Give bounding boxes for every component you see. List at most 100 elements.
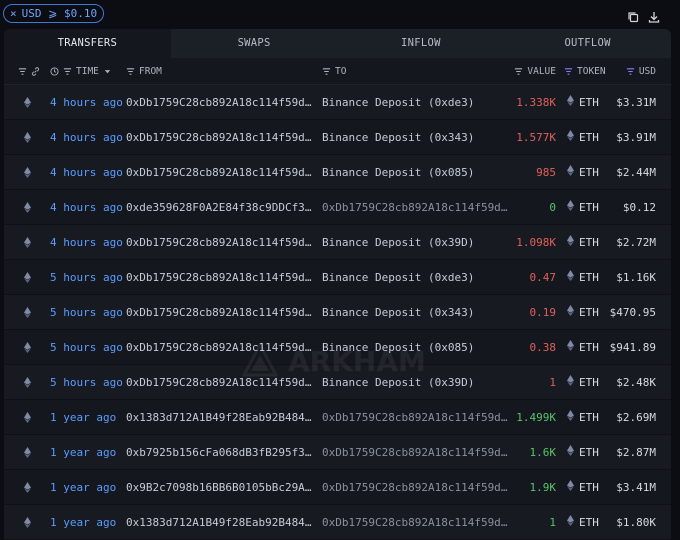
to-address[interactable]: Binance Deposit (0xde3) — [322, 85, 510, 120]
time-link[interactable]: 4 hours ago — [50, 155, 128, 190]
to-address[interactable]: Binance Deposit (0xde3) — [322, 260, 510, 295]
tab-inflow[interactable]: INFLOW — [338, 29, 505, 58]
from-address[interactable]: 0xDb1759C28cb892A18c114f59d43... — [126, 225, 314, 260]
value-column-header[interactable]: VALUE — [490, 58, 556, 85]
value-amount: 0.47 — [529, 271, 557, 284]
to-header-label: TO — [335, 66, 347, 77]
value-amount: 0.38 — [529, 341, 557, 354]
eth-token-icon — [567, 85, 574, 120]
link-icon[interactable] — [31, 67, 40, 76]
table-row[interactable]: 5 hours ago0xDb1759C28cb892A18c114f59d43… — [4, 330, 671, 365]
value-amount: 985 — [536, 166, 556, 179]
eth-chain-icon — [24, 505, 36, 540]
from-address[interactable]: 0xDb1759C28cb892A18c114f59d43... — [126, 120, 314, 155]
table-row[interactable]: 4 hours ago0xDb1759C28cb892A18c114f59d43… — [4, 85, 671, 120]
from-address[interactable]: 0xDb1759C28cb892A18c114f59d43... — [126, 365, 314, 400]
filter-icon[interactable] — [126, 67, 135, 76]
value-amount: 1 — [549, 376, 556, 389]
from-address[interactable]: 0xDb1759C28cb892A18c114f59d43... — [126, 295, 314, 330]
time-column-header[interactable]: TIME — [50, 58, 112, 85]
time-link[interactable]: 5 hours ago — [50, 295, 128, 330]
table-row[interactable]: 5 hours ago0xDb1759C28cb892A18c114f59d43… — [4, 260, 671, 295]
to-address[interactable]: 0xDb1759C28cb892A18c114f59d43... — [322, 505, 510, 540]
eth-token-icon — [567, 155, 574, 190]
from-address[interactable]: 0xDb1759C28cb892A18c114f59d43... — [126, 330, 314, 365]
table-row[interactable]: 4 hours ago0xDb1759C28cb892A18c114f59d43… — [4, 120, 671, 155]
to-address[interactable]: 0xDb1759C28cb892A18c114f59d43... — [322, 190, 510, 225]
usd-header-label: USD — [638, 66, 656, 77]
time-link[interactable]: 5 hours ago — [50, 365, 128, 400]
time-link[interactable]: 1 year ago — [50, 435, 128, 470]
time-link[interactable]: 4 hours ago — [50, 85, 128, 120]
table-row[interactable]: 1 year ago0x1383d712A1B49f28Eab92B484AD.… — [4, 505, 671, 540]
table-row[interactable]: 4 hours ago0xDb1759C28cb892A18c114f59d43… — [4, 225, 671, 260]
usd-amount: $941.89 — [609, 341, 656, 354]
eth-chain-icon — [24, 225, 36, 260]
time-link[interactable]: 4 hours ago — [50, 190, 128, 225]
tab-outflow[interactable]: OUTFLOW — [504, 29, 671, 58]
value-amount: 1.098K — [516, 236, 556, 249]
value-amount: 1.338K — [516, 96, 556, 109]
from-address[interactable]: 0xde359628F0A2E84f38c9DDCf382... — [126, 190, 314, 225]
to-address[interactable]: Binance Deposit (0x39D) — [322, 225, 510, 260]
table-header: TIME FROM TO VALUE TOKEN USD — [4, 58, 671, 85]
filter-icon[interactable] — [63, 67, 72, 76]
time-link[interactable]: 5 hours ago — [50, 330, 128, 365]
time-link[interactable]: 5 hours ago — [50, 260, 128, 295]
to-address[interactable]: Binance Deposit (0x343) — [322, 120, 510, 155]
filter-icon[interactable] — [322, 67, 331, 76]
table-row[interactable]: 5 hours ago0xDb1759C28cb892A18c114f59d43… — [4, 295, 671, 330]
filter-icon[interactable] — [626, 67, 635, 76]
value-amount: 1.9K — [529, 481, 557, 494]
eth-token-icon — [567, 120, 574, 155]
filter-icon[interactable] — [514, 67, 523, 76]
tab-transfers[interactable]: TRANSFERS — [4, 29, 171, 58]
to-address[interactable]: 0xDb1759C28cb892A18c114f59d43... — [322, 400, 510, 435]
table-row[interactable]: 4 hours ago0xDb1759C28cb892A18c114f59d43… — [4, 155, 671, 190]
to-address[interactable]: 0xDb1759C28cb892A18c114f59d43... — [322, 470, 510, 505]
from-header-label: FROM — [139, 66, 162, 77]
token-column-header[interactable]: TOKEN — [564, 58, 606, 85]
download-icon[interactable] — [648, 11, 660, 23]
eth-token-icon — [567, 225, 574, 260]
usd-filter-chip[interactable]: × USD ⩾ $0.10 — [3, 4, 105, 23]
from-address[interactable]: 0x1383d712A1B49f28Eab92B484AD... — [126, 400, 314, 435]
table-row[interactable]: 1 year ago0xb7925b156cFa068dB3fB295f3Eb.… — [4, 435, 671, 470]
from-address[interactable]: 0x1383d712A1B49f28Eab92B484AD... — [126, 505, 314, 540]
usd-amount: $2.48K — [616, 376, 656, 389]
table-row[interactable]: 1 year ago0x1383d712A1B49f28Eab92B484AD.… — [4, 400, 671, 435]
remove-filter-icon[interactable]: × — [10, 5, 17, 22]
eth-token-icon — [567, 330, 574, 365]
time-link[interactable]: 1 year ago — [50, 470, 128, 505]
time-header-label: TIME — [76, 66, 99, 77]
from-address[interactable]: 0xDb1759C28cb892A18c114f59d43... — [126, 260, 314, 295]
time-link[interactable]: 1 year ago — [50, 505, 128, 540]
type-filter[interactable] — [18, 58, 40, 85]
to-address[interactable]: Binance Deposit (0x343) — [322, 295, 510, 330]
to-address[interactable]: Binance Deposit (0x39D) — [322, 365, 510, 400]
to-address[interactable]: Binance Deposit (0x085) — [322, 330, 510, 365]
token-header-label: TOKEN — [577, 66, 606, 77]
from-address[interactable]: 0xb7925b156cFa068dB3fB295f3Eb... — [126, 435, 314, 470]
usd-amount: $3.41M — [616, 481, 656, 494]
to-column-header[interactable]: TO — [322, 58, 346, 85]
table-row[interactable]: 4 hours ago0xde359628F0A2E84f38c9DDCf382… — [4, 190, 671, 225]
sort-desc-icon[interactable] — [103, 67, 112, 76]
to-address[interactable]: 0xDb1759C28cb892A18c114f59d43... — [322, 435, 510, 470]
table-row[interactable]: 5 hours ago0xDb1759C28cb892A18c114f59d43… — [4, 365, 671, 400]
from-address[interactable]: 0xDb1759C28cb892A18c114f59d43... — [126, 85, 314, 120]
usd-amount: $3.91M — [616, 131, 656, 144]
tab-swaps[interactable]: SWAPS — [171, 29, 338, 58]
filter-icon[interactable] — [18, 67, 27, 76]
copy-icon[interactable] — [627, 11, 639, 23]
time-link[interactable]: 4 hours ago — [50, 225, 128, 260]
filter-icon[interactable] — [564, 67, 573, 76]
to-address[interactable]: Binance Deposit (0x085) — [322, 155, 510, 190]
time-link[interactable]: 1 year ago — [50, 400, 128, 435]
from-address[interactable]: 0x9B2c7098b16BB6B0105bBc29A39... — [126, 470, 314, 505]
from-address[interactable]: 0xDb1759C28cb892A18c114f59d43... — [126, 155, 314, 190]
usd-column-header[interactable]: USD — [604, 58, 656, 85]
time-link[interactable]: 4 hours ago — [50, 120, 128, 155]
from-column-header[interactable]: FROM — [126, 58, 162, 85]
table-row[interactable]: 1 year ago0x9B2c7098b16BB6B0105bBc29A39.… — [4, 470, 671, 505]
